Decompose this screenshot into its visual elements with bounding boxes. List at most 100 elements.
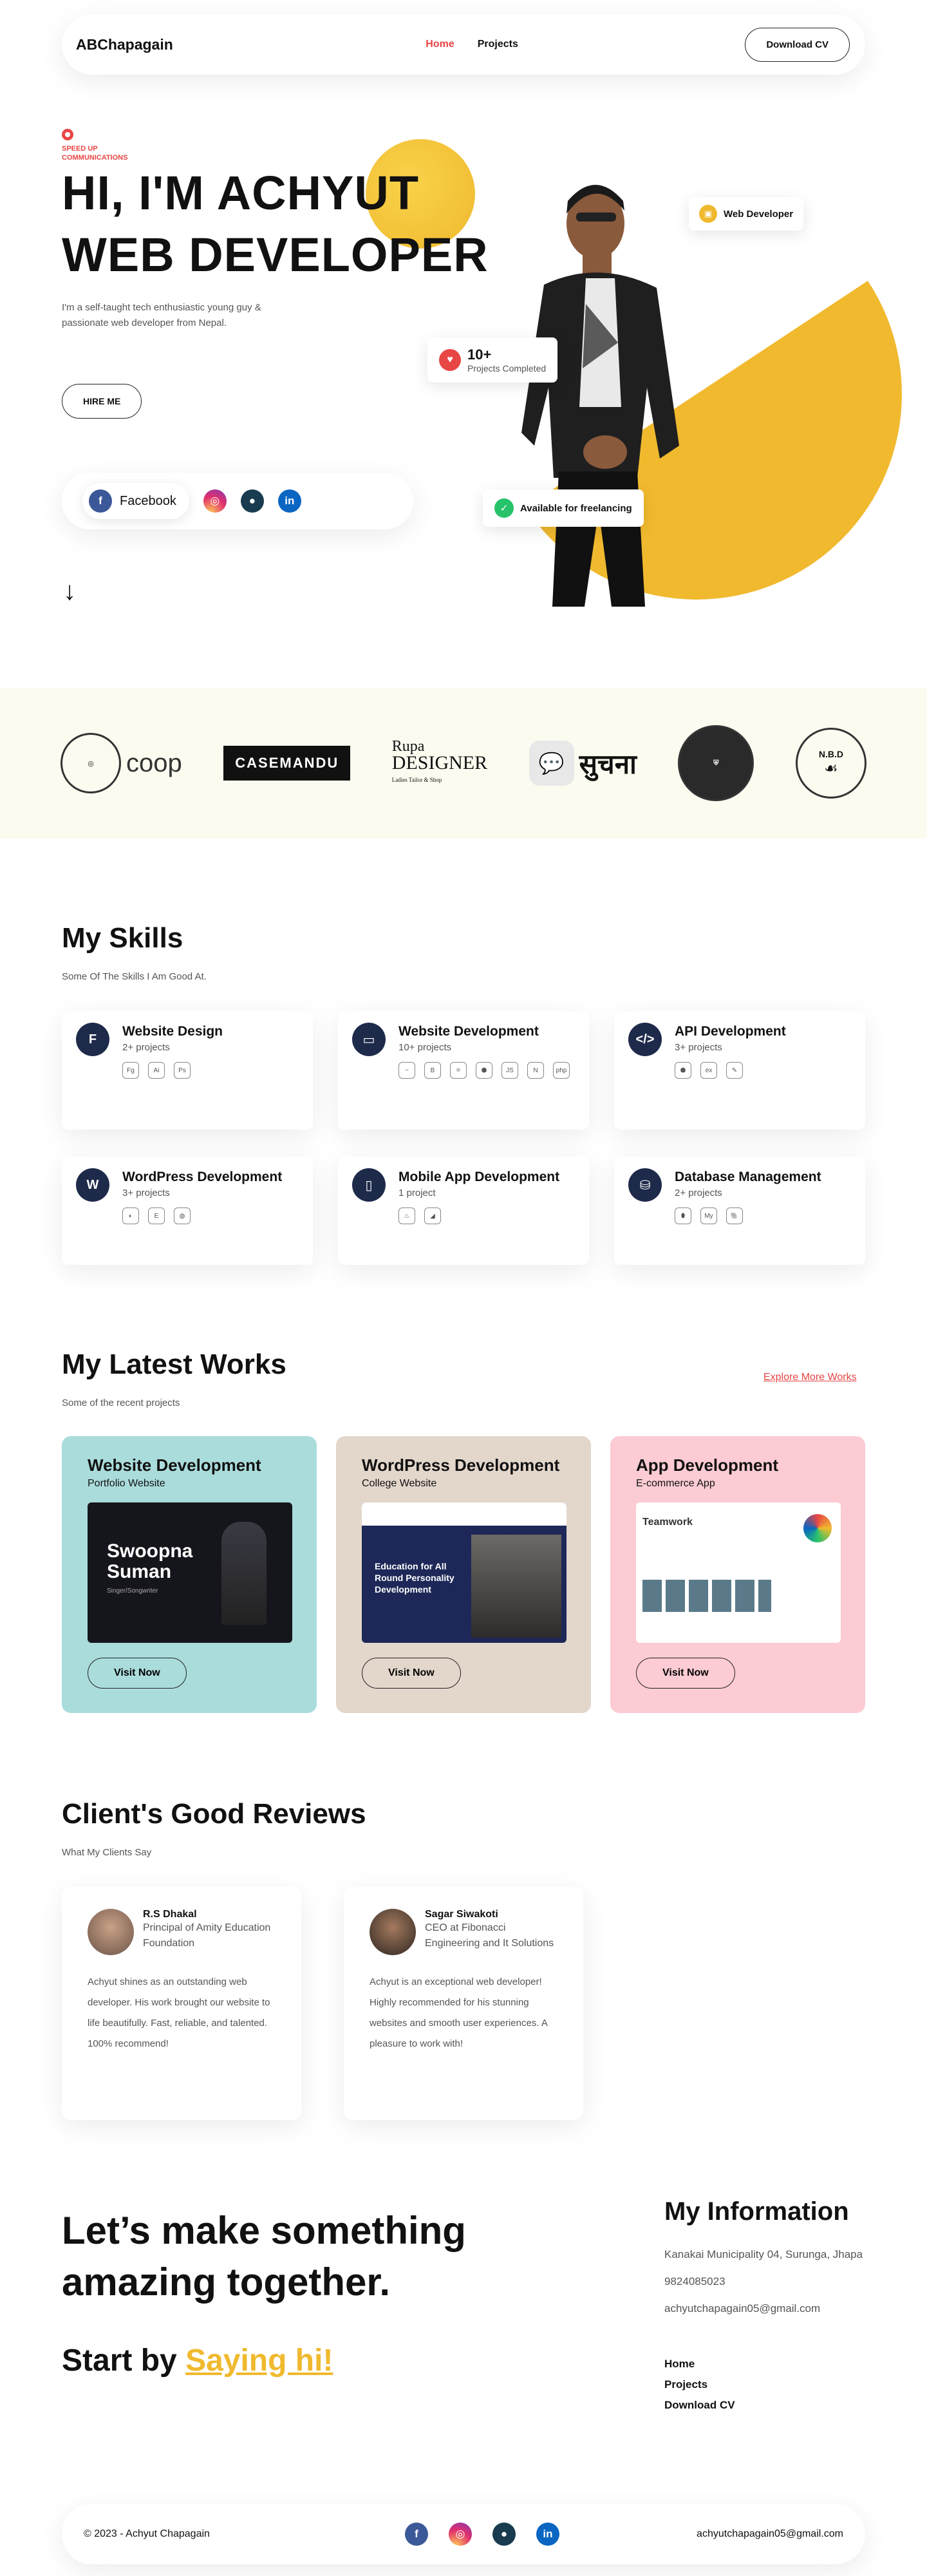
skill-count: 2+ projects [122, 1042, 170, 1053]
facebook-link[interactable]: f Facebook [82, 483, 189, 519]
bootstrap-icon: B [424, 1062, 441, 1079]
web-developer-chip: ▣ Web Developer [689, 197, 804, 231]
record-icon [62, 129, 73, 140]
instagram-icon[interactable]: ◎ [203, 489, 227, 513]
hire-me-button[interactable]: HIRE ME [62, 384, 142, 419]
nextjs-icon: N [527, 1062, 544, 1079]
skill-card: F Website Design 2+ projects Fg Ai Ps [62, 1011, 313, 1130]
work-title: App Development [636, 1455, 779, 1475]
footer-download-cv-link[interactable]: Download CV [664, 2399, 877, 2412]
social-links-bar: f Facebook ◎ ● in [62, 473, 413, 529]
chip-role-label: Web Developer [724, 208, 794, 220]
visit-now-button[interactable]: Visit Now [636, 1658, 735, 1689]
works-subtitle: Some of the recent projects [62, 1397, 180, 1408]
facebook-icon[interactable]: f [404, 2523, 428, 2546]
skill-count: 2+ projects [675, 1188, 722, 1198]
explore-more-link[interactable]: Explore More Works [763, 1372, 857, 1383]
projects-count-label: Projects Completed [467, 363, 547, 374]
nav-home-link[interactable]: Home [426, 39, 454, 50]
skill-card: </> API Development 3+ projects ⬢ ex ✎ [614, 1011, 865, 1130]
nav-links: Home Projects [426, 39, 518, 50]
wordpress-icon: W [76, 1168, 109, 1202]
phone-icon: ▯ [352, 1168, 386, 1202]
code-icon: </> [628, 1023, 662, 1056]
figma-tool-icon: Fg [122, 1062, 139, 1079]
coop-logo: ◎ coop [61, 733, 182, 793]
school-seal-logo: ⛨ [678, 725, 754, 801]
work-screenshot: Swoopna Suman Singer/Songwriter [88, 1502, 292, 1643]
work-subtitle: E-commerce App [636, 1478, 715, 1489]
avatar [88, 1909, 134, 1955]
review-text: Achyut shines as an outstanding web deve… [88, 1976, 270, 2049]
school-crest-icon: ⛨ [678, 725, 754, 801]
heart-icon: ♥ [439, 349, 461, 371]
footer-projects-link[interactable]: Projects [664, 2378, 877, 2391]
skill-name: Website Development [398, 1024, 539, 1039]
skill-card: W WordPress Development 3+ projects ◐ E ◍ [62, 1157, 313, 1265]
skill-name: API Development [675, 1024, 786, 1039]
review-card: R.S Dhakal Principal of Amity Education F… [62, 1887, 301, 2120]
work-card: App Development E-commerce App Teamwork … [610, 1436, 865, 1713]
info-email[interactable]: achyutchapagain05@gmail.com [664, 2302, 877, 2315]
work-title: Website Development [88, 1455, 261, 1475]
freelancing-chip: ✓ Available for freelancing [483, 489, 644, 527]
visit-now-button[interactable]: Visit Now [88, 1658, 187, 1689]
my-information: My Information Kanakai Municipality 04, … [664, 2197, 877, 2412]
elementor-icon: E [148, 1208, 165, 1224]
postman-icon: ✎ [726, 1062, 743, 1079]
figma-icon: F [76, 1023, 109, 1056]
skills-title: My Skills [62, 922, 183, 954]
skill-count: 3+ projects [675, 1042, 722, 1053]
work-subtitle: College Website [362, 1478, 437, 1489]
avatar [370, 1909, 416, 1955]
work-title: WordPress Development [362, 1455, 560, 1475]
check-icon: ✓ [494, 498, 514, 518]
reviewer-name: R.S Dhakal [143, 1909, 197, 1920]
reviewer-role: CEO at Fibonacci Engineering and It Solu… [425, 1922, 554, 1949]
linkedin-icon[interactable]: in [536, 2523, 559, 2546]
linkedin-icon[interactable]: in [277, 489, 301, 513]
github-icon[interactable]: ● [492, 2523, 516, 2546]
reviewer-name: Sagar Siwakoti [425, 1909, 498, 1920]
express-icon: ex [700, 1062, 717, 1079]
projects-completed-chip: ♥ 10+ Projects Completed [427, 337, 558, 383]
visit-now-button[interactable]: Visit Now [362, 1658, 461, 1689]
scroll-down-arrow-icon[interactable]: ↓ [63, 577, 76, 606]
footer-home-link[interactable]: Home [664, 2358, 877, 2371]
suchana-logo: 💬 सुचना [529, 741, 637, 786]
skill-name: Mobile App Development [398, 1170, 560, 1184]
footer-email[interactable]: achyutchapagain05@gmail.com [697, 2528, 843, 2540]
info-address: Kanakai Municipality 04, Surunga, Jhapa [664, 2248, 863, 2260]
nav-projects-link[interactable]: Projects [478, 39, 518, 50]
site-logo[interactable]: ABChapagain [76, 36, 173, 53]
work-screenshot: Teamwork [636, 1502, 841, 1643]
react-icon: ⚛ [450, 1062, 467, 1079]
work-card: WordPress Development College Website Ed… [336, 1436, 591, 1713]
copyright: © 2023 - Achyut Chapagain [84, 2528, 210, 2539]
freelancing-label: Available for freelancing [520, 502, 632, 514]
review-text: Achyut is an exceptional web developer! … [370, 1976, 547, 2049]
skill-count: 3+ projects [122, 1188, 170, 1198]
instagram-icon[interactable]: ◎ [448, 2523, 472, 2546]
coop-seal-icon: ◎ [61, 733, 121, 793]
download-cv-button[interactable]: Download CV [745, 27, 850, 62]
saying-hi-link[interactable]: Saying hi! [185, 2344, 333, 2378]
hero-tagline: SPEED UP COMMUNICATIONS [62, 145, 128, 162]
hero-intro: I'm a self-taught tech enthusiastic youn… [62, 302, 261, 328]
nbd-crest-icon: N.B.D ☙ [795, 728, 866, 799]
skill-name: Database Management [675, 1170, 821, 1184]
postgresql-icon: 🐘 [726, 1208, 743, 1224]
flutter-icon: ◢ [424, 1208, 441, 1224]
facebook-icon: f [89, 489, 112, 513]
github-icon[interactable]: ● [240, 489, 264, 513]
skill-card: ▭ Website Development 10+ projects ~ B ⚛ ⬢ J… [338, 1011, 589, 1130]
wp-plugin-icon: ◍ [174, 1208, 191, 1224]
info-title: My Information [664, 2197, 849, 2226]
java-icon: ♨ [398, 1208, 415, 1224]
chat-icon: 💬 [529, 741, 574, 786]
skill-name: WordPress Development [122, 1170, 283, 1184]
info-phone[interactable]: 9824085023 [664, 2275, 877, 2288]
skill-count: 10+ projects [398, 1042, 452, 1053]
illustrator-icon: Ai [148, 1062, 165, 1079]
reviews-title: Client's Good Reviews [62, 1798, 366, 1830]
